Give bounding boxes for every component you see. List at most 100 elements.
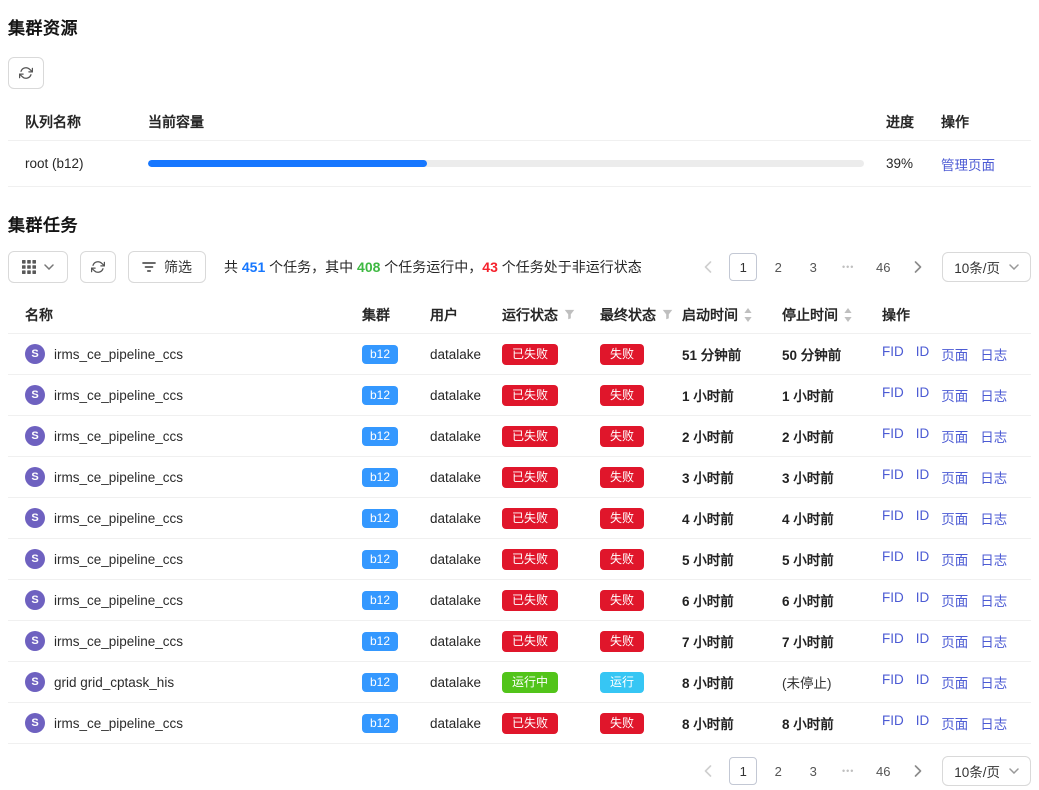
column-current-capacity: 当前容量: [148, 112, 886, 132]
column-run-status-label: 运行状态: [502, 305, 558, 325]
id-link[interactable]: ID: [916, 590, 930, 610]
task-name: irms_ce_pipeline_ccs: [54, 347, 183, 362]
filter-funnel-icon[interactable]: [564, 309, 575, 320]
next-page-button[interactable]: [904, 757, 932, 785]
page-link[interactable]: 页面: [941, 549, 968, 569]
start-time: 2 小时前: [682, 426, 782, 446]
fid-link[interactable]: FID: [882, 590, 904, 610]
page-button-2[interactable]: 2: [764, 757, 792, 785]
start-time: 8 小时前: [682, 672, 782, 692]
start-time: 6 小时前: [682, 590, 782, 610]
page-link[interactable]: 页面: [941, 713, 968, 733]
column-progress: 进度: [886, 112, 941, 132]
start-time: 1 小时前: [682, 385, 782, 405]
table-row: S irms_ce_pipeline_ccs b12 datalake 已失败 …: [8, 375, 1031, 416]
log-link[interactable]: 日志: [980, 344, 1007, 364]
page-link[interactable]: 页面: [941, 672, 968, 692]
page-link[interactable]: 页面: [941, 426, 968, 446]
prev-page-button[interactable]: [694, 253, 722, 281]
capacity-progress-fill: [148, 160, 427, 167]
id-link[interactable]: ID: [916, 508, 930, 528]
cluster-badge: b12: [362, 386, 398, 405]
page-link[interactable]: 页面: [941, 631, 968, 651]
page-link[interactable]: 页面: [941, 467, 968, 487]
id-link[interactable]: ID: [916, 426, 930, 446]
sort-icon[interactable]: [844, 308, 852, 322]
stop-time: (未停止): [782, 672, 882, 692]
id-link[interactable]: ID: [916, 467, 930, 487]
column-user-label: 用户: [430, 305, 458, 325]
id-link[interactable]: ID: [916, 344, 930, 364]
spark-avatar: S: [25, 713, 45, 733]
page-link[interactable]: 页面: [941, 344, 968, 364]
fid-link[interactable]: FID: [882, 713, 904, 733]
tasks-refresh-button[interactable]: [80, 251, 116, 283]
id-link[interactable]: ID: [916, 385, 930, 405]
id-link[interactable]: ID: [916, 631, 930, 651]
page-ellipsis[interactable]: •••: [834, 757, 862, 785]
resource-row: root (b12) 39% 管理页面: [8, 141, 1031, 187]
id-link[interactable]: ID: [916, 713, 930, 733]
log-link[interactable]: 日志: [980, 467, 1007, 487]
fid-link[interactable]: FID: [882, 631, 904, 651]
cluster-resources-title: 集群资源: [8, 14, 1031, 39]
page-size-select[interactable]: 10条/页: [942, 252, 1031, 282]
page-link[interactable]: 页面: [941, 590, 968, 610]
page-link[interactable]: 页面: [941, 508, 968, 528]
column-name-label: 名称: [25, 305, 53, 325]
log-link[interactable]: 日志: [980, 590, 1007, 610]
id-link[interactable]: ID: [916, 672, 930, 692]
grid-view-icon: [22, 260, 36, 274]
page-size-select[interactable]: 10条/页: [942, 756, 1031, 786]
manage-page-link[interactable]: 管理页面: [941, 158, 995, 173]
stop-time: 4 小时前: [782, 508, 882, 528]
page-button-3[interactable]: 3: [799, 757, 827, 785]
column-run-status: 运行状态: [502, 305, 600, 325]
page-link[interactable]: 页面: [941, 385, 968, 405]
log-link[interactable]: 日志: [980, 508, 1007, 528]
column-settings-dropdown-button[interactable]: [8, 251, 68, 283]
refresh-icon: [91, 260, 105, 274]
page-button-46[interactable]: 46: [869, 253, 897, 281]
column-actions-label: 操作: [882, 305, 910, 325]
user-label: datalake: [430, 347, 502, 362]
fid-link[interactable]: FID: [882, 672, 904, 692]
spark-avatar: S: [25, 467, 45, 487]
table-row: S irms_ce_pipeline_ccs b12 datalake 已失败 …: [8, 580, 1031, 621]
fid-link[interactable]: FID: [882, 467, 904, 487]
column-stop-time-label: 停止时间: [782, 305, 838, 325]
log-link[interactable]: 日志: [980, 713, 1007, 733]
run-status-badge: 已失败: [502, 713, 558, 734]
fid-link[interactable]: FID: [882, 549, 904, 569]
next-page-button[interactable]: [904, 253, 932, 281]
page-button-3[interactable]: 3: [799, 253, 827, 281]
fid-link[interactable]: FID: [882, 385, 904, 405]
filter-funnel-icon[interactable]: [662, 309, 673, 320]
row-actions: FID ID 页面日志: [882, 426, 1031, 446]
log-link[interactable]: 日志: [980, 426, 1007, 446]
filter-button[interactable]: 筛选: [128, 251, 206, 283]
stop-time: 1 小时前: [782, 385, 882, 405]
sort-icon[interactable]: [744, 308, 752, 322]
resources-refresh-button[interactable]: [8, 57, 44, 89]
page-button-1[interactable]: 1: [729, 253, 757, 281]
prev-page-button[interactable]: [694, 757, 722, 785]
log-link[interactable]: 日志: [980, 631, 1007, 651]
id-link[interactable]: ID: [916, 549, 930, 569]
row-actions: FID ID 页面日志: [882, 713, 1031, 733]
cluster-tasks-title: 集群任务: [8, 211, 1031, 236]
log-link[interactable]: 日志: [980, 549, 1007, 569]
page-button-46[interactable]: 46: [869, 757, 897, 785]
fid-link[interactable]: FID: [882, 344, 904, 364]
page-button-1[interactable]: 1: [729, 757, 757, 785]
page-ellipsis[interactable]: •••: [834, 253, 862, 281]
log-link[interactable]: 日志: [980, 385, 1007, 405]
fid-link[interactable]: FID: [882, 426, 904, 446]
log-link[interactable]: 日志: [980, 672, 1007, 692]
fid-link[interactable]: FID: [882, 508, 904, 528]
summary-prefix: 共: [224, 259, 242, 275]
stopped-task-count: 43: [482, 259, 498, 275]
page-button-2[interactable]: 2: [764, 253, 792, 281]
task-name: irms_ce_pipeline_ccs: [54, 634, 183, 649]
pagination-top: 1 2 3 ••• 46 10条/页: [694, 252, 1031, 282]
